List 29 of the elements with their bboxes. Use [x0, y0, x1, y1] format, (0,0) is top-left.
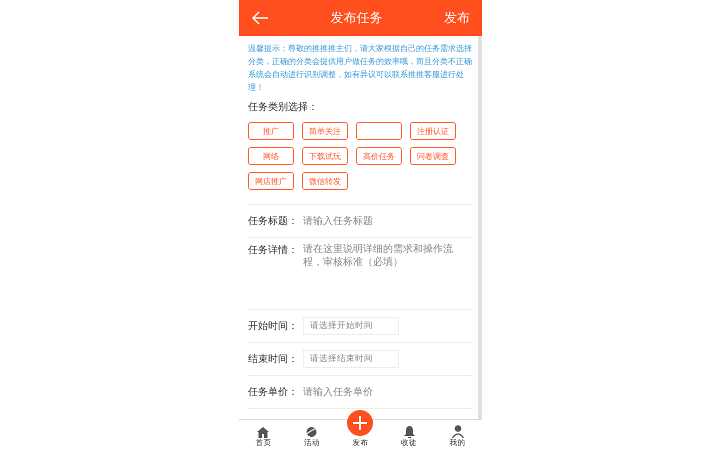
user-icon: [452, 425, 464, 438]
input-field[interactable]: 请在这里说明详细的需求和操作流程，审核标准（必填）: [303, 243, 472, 303]
field-label: 任务详情：: [248, 244, 299, 257]
input-field[interactable]: 请输入任务单价: [303, 386, 472, 398]
category-chip[interactable]: 网店推广: [248, 172, 294, 190]
planet-icon: [305, 426, 318, 438]
home-icon: [257, 427, 270, 438]
field-label: 任务标题：: [248, 214, 299, 228]
bell-icon: [404, 426, 415, 438]
category-chip[interactable]: 高价任务: [356, 147, 402, 165]
category-chip[interactable]: 简单关注: [302, 122, 348, 140]
publish-button[interactable]: 发布: [444, 9, 470, 27]
field-label: 开始时间：: [248, 320, 299, 333]
category-chip[interactable]: 微信转发: [302, 172, 348, 190]
date-field[interactable]: 请选择结束时间: [303, 350, 399, 368]
back-icon[interactable]: [251, 9, 269, 27]
category-chip[interactable]: 注册认证: [410, 122, 456, 140]
tip-text: 温馨提示：尊敬的推推推主们，请大家根据自己的任务需求选择分类，正确的分类会提供用户做任务的效率哦，而且分类不正确系统会自动进行识别调整，如有异议可以联系推推客服进行处理！: [248, 42, 472, 94]
category-chip[interactable]: 下载试玩: [302, 147, 348, 165]
field-label: 任务单价：: [248, 386, 299, 399]
page-title: 发布任务: [330, 10, 382, 27]
category-chip[interactable]: 网络: [248, 147, 294, 165]
category-label: 任务类别选择：: [248, 100, 319, 114]
date-field[interactable]: 请选择开始时间: [303, 317, 399, 335]
field-label: 结束时间：: [248, 352, 299, 366]
category-chip[interactable]: [356, 122, 402, 140]
category-chip[interactable]: 问卷调查: [410, 147, 456, 165]
input-field[interactable]: 请输入任务标题: [303, 216, 472, 226]
category-chip[interactable]: 推广: [248, 122, 294, 140]
